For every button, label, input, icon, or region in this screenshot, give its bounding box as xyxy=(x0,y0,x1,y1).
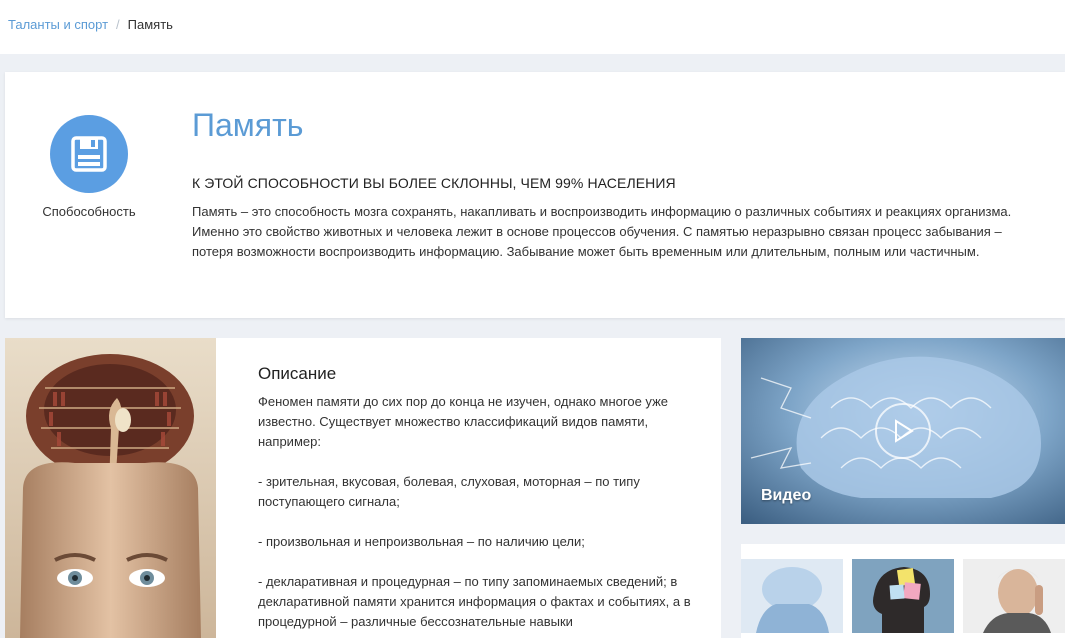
image-gallery xyxy=(741,544,1065,638)
play-icon xyxy=(895,419,914,443)
breadcrumb-separator: / xyxy=(116,17,120,32)
description-card: Описание Феномен памяти до сих пор до ко… xyxy=(5,338,721,638)
breadcrumb-link-talents[interactable]: Таланты и спорт xyxy=(8,17,108,32)
ability-stat: К ЭТОЙ СПОСОБНОСТИ ВЫ БОЛЕЕ СКЛОННЫ, ЧЕМ… xyxy=(192,175,676,191)
video-label: Видео xyxy=(761,487,812,504)
page-title: Память xyxy=(192,107,304,143)
description-title: Описание xyxy=(258,364,337,383)
gallery-thumbnail[interactable] xyxy=(741,559,843,633)
description-paragraph: Феномен памяти до сих пор до конца не из… xyxy=(258,394,668,449)
gallery-thumbnail[interactable] xyxy=(852,559,954,633)
ability-hero-card: Спобособность Память К ЭТОЙ СПОСОБНОСТИ … xyxy=(5,72,1065,318)
description-paragraph: - произвольная и непроизвольная – по нал… xyxy=(258,534,585,549)
memory-library-image xyxy=(5,338,216,638)
gallery-thumbnail[interactable] xyxy=(963,559,1065,633)
ability-badge xyxy=(50,115,128,193)
breadcrumb-current: Память xyxy=(127,17,173,32)
play-button[interactable] xyxy=(875,403,931,459)
ability-label: Спобособность xyxy=(42,204,136,219)
video-card[interactable]: Видео xyxy=(741,338,1065,524)
breadcrumb: Таланты и спорт / Память xyxy=(8,17,173,33)
ability-description: Память – это способность мозга сохранять… xyxy=(192,204,1012,259)
description-paragraph: - декларативная и процедурная – по типу … xyxy=(258,574,691,629)
description-paragraph: - зрительная, вкусовая, болевая, слухова… xyxy=(258,474,640,509)
floppy-disk-icon xyxy=(71,136,107,172)
description-body: Феномен памяти до сих пор до конца не из… xyxy=(258,392,703,638)
top-bar: Таланты и спорт / Память xyxy=(0,0,1065,54)
